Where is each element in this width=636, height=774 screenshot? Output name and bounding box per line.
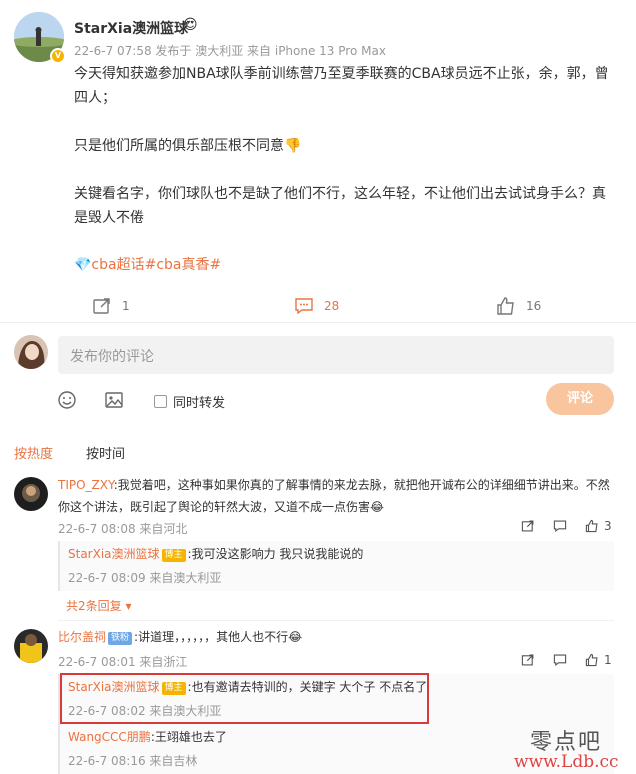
comment-meta: 22-6-7 08:01 来自浙江 xyxy=(58,655,188,669)
post-paragraph: 今天得知获邀参加NBA球队季前训练营乃至夏季联赛的CBA球员远不止张，余，郭，曾… xyxy=(74,66,609,106)
comment-input[interactable]: 发布你的评论 xyxy=(58,336,614,374)
post-tags[interactable]: 💎cba超话#cba真香# xyxy=(74,254,221,274)
commenter-avatar[interactable] xyxy=(14,477,48,511)
watermark-url: www.Ldb.cc xyxy=(514,752,619,772)
highlight-box xyxy=(60,673,429,724)
post-author-name[interactable]: StarXia澳洲篮球 xyxy=(74,18,188,38)
share-icon[interactable] xyxy=(521,653,535,667)
thumbs-up-icon xyxy=(497,297,514,315)
chevron-down-icon: ▾ xyxy=(121,599,132,613)
commenter-avatar[interactable] xyxy=(14,629,48,663)
repost-checkbox[interactable] xyxy=(154,395,167,408)
comment-like-button[interactable]: 1 xyxy=(585,653,612,667)
thumbs-up-icon xyxy=(585,653,598,667)
reply-item: WangCCC朋鹏:王翊雄也去了 xyxy=(68,726,227,748)
tab-sort-time[interactable]: 按时间 xyxy=(86,443,125,462)
repost-count: 1 xyxy=(122,299,130,313)
reply-item: StarXia澳洲篮球 博主:我可没这影响力 我只说我能说的 xyxy=(68,543,363,565)
reply-icon[interactable] xyxy=(553,519,567,533)
post-paragraph: 只是他们所属的俱乐部压根不同意👎 xyxy=(74,138,302,154)
comment-like-count: 3 xyxy=(604,519,612,533)
comment-meta: 22-6-7 08:08 来自河北 xyxy=(58,522,188,536)
reply-meta: 22-6-7 08:09 来自澳大利亚 xyxy=(68,571,222,585)
comment-count: 28 xyxy=(324,299,340,313)
comment-text-2: 比尔盖祠 铁粉:讲道理，，，，，，其他人也不行😂 xyxy=(58,626,614,648)
comment-body: :讲道理，，，，，，其他人也不行😂 xyxy=(134,630,303,644)
like-button[interactable]: 16 xyxy=(496,296,541,316)
submit-comment-button[interactable]: 评论 xyxy=(546,383,614,415)
author-emoji: 😍 xyxy=(183,17,198,33)
comment-text-1: TIPO_ZXY:我觉着吧，这种事如果你真的了解事情的来龙去脉，就把他开诚布公的… xyxy=(58,474,614,518)
comment-body: :我觉着吧，这种事如果你真的了解事情的来龙去脉，就把他开诚布公的详细细节讲出来。… xyxy=(58,478,610,514)
divider xyxy=(58,620,614,621)
image-icon[interactable] xyxy=(104,390,124,410)
comment-actions: 3 xyxy=(521,519,612,533)
divider xyxy=(0,322,636,323)
post-body: 今天得知获邀参加NBA球队季前训练营乃至夏季联赛的CBA球员远不止张，余，郭，曾… xyxy=(74,62,614,254)
my-avatar[interactable] xyxy=(14,335,48,369)
thumbs-up-icon xyxy=(585,519,598,533)
author-badge: 博主 xyxy=(161,549,186,562)
reply-body: :王翊雄也去了 xyxy=(150,730,227,744)
reply-block: StarXia澳洲篮球 博主:我可没这影响力 我只说我能说的 22-6-7 08:… xyxy=(58,541,614,591)
reply-meta: 22-6-7 08:16 来自吉林 xyxy=(68,754,198,768)
more-replies-label: 共2条回复 xyxy=(66,599,122,613)
tab-sort-hot[interactable]: 按热度 xyxy=(14,443,53,462)
comment-actions: 1 xyxy=(521,653,612,667)
verified-badge-icon: V xyxy=(50,48,66,64)
reply-author[interactable]: StarXia澳洲篮球 xyxy=(68,547,160,561)
reply-author[interactable]: WangCCC朋鹏 xyxy=(68,730,151,744)
share-icon[interactable] xyxy=(521,519,535,533)
comment-icon xyxy=(295,298,313,315)
comment-button[interactable]: 28 xyxy=(294,296,339,316)
repost-checkbox-row[interactable]: 同时转发 xyxy=(154,392,225,411)
emoji-icon[interactable] xyxy=(57,390,77,410)
commenter-name[interactable]: TIPO_ZXY xyxy=(58,478,114,492)
post-paragraph: 关键看名字，你们球队也不是缺了他们不行，这么年轻，不让他们出去试试身手么？真是毁… xyxy=(74,186,606,226)
reply-icon[interactable] xyxy=(553,653,567,667)
commenter-name[interactable]: 比尔盖祠 xyxy=(58,630,106,644)
repost-checkbox-label: 同时转发 xyxy=(173,396,226,411)
repost-button[interactable]: 1 xyxy=(92,296,130,316)
like-count: 16 xyxy=(526,299,542,313)
reply-body: :我可没这影响力 我只说我能说的 xyxy=(187,547,364,561)
comment-like-button[interactable]: 3 xyxy=(585,519,612,533)
post-meta: 22-6-7 07:58 发布于 澳大利亚 来自 iPhone 13 Pro M… xyxy=(74,44,386,58)
comment-like-count: 1 xyxy=(604,653,612,667)
repost-icon xyxy=(93,298,110,314)
fan-badge: 铁粉 xyxy=(108,632,133,645)
more-replies-link[interactable]: 共2条回复 ▾ xyxy=(66,597,131,614)
